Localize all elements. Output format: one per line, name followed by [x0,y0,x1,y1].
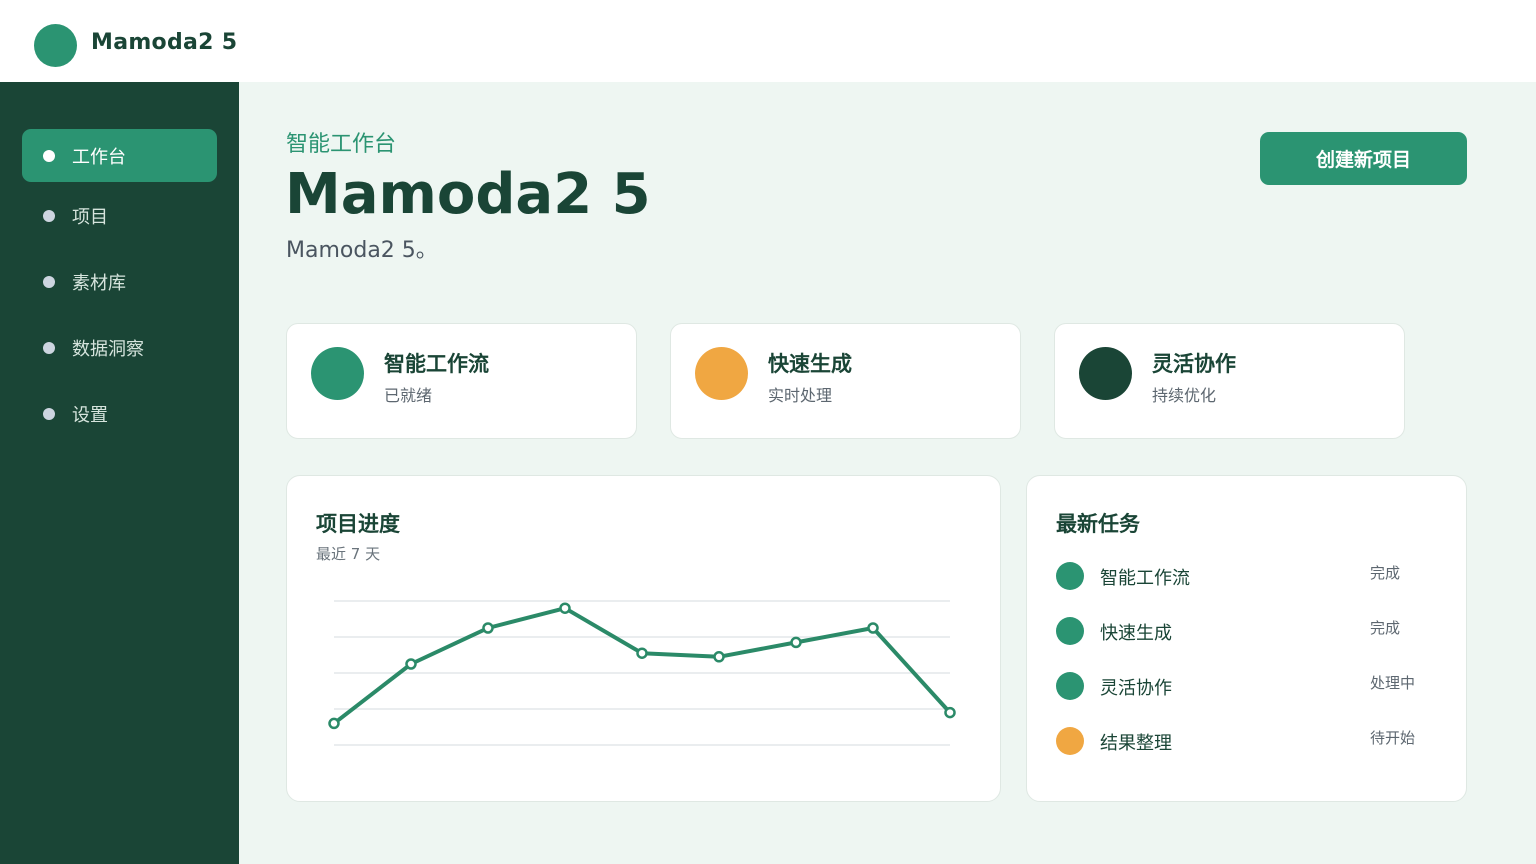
series-line [332,606,952,725]
task-name: 快速生成 [1100,623,1172,644]
task-row[interactable]: 灵活协作 处理中 [1056,670,1436,702]
create-project-button[interactable]: 创建新项目 [1260,132,1467,185]
bullet-icon [43,407,55,420]
stat-subtitle: 实时处理 [768,386,833,405]
bullet-icon [43,209,55,222]
task-name: 灵活协作 [1100,678,1172,699]
logo-icon [34,24,77,67]
task-status-icon [1056,727,1084,755]
data-point[interactable] [405,658,417,670]
task-status-icon [1056,672,1084,700]
data-point[interactable] [636,647,648,659]
stat-title: 快速生成 [768,352,852,376]
sidebar-item-label: 设置 [72,404,108,426]
task-row[interactable]: 快速生成 完成 [1056,615,1436,647]
sidebar-item-label: 数据洞察 [72,338,144,360]
data-point[interactable] [559,602,571,614]
stat-card-collaboration[interactable]: 灵活协作 持续优化 [1054,323,1405,439]
sidebar-item-workbench[interactable]: 工作台 [22,129,217,182]
app-name: Mamoda2 5 [91,30,238,55]
sidebar-item-label: 素材库 [72,272,126,294]
sidebar-item-label: 工作台 [72,146,126,168]
task-status-icon [1056,562,1084,590]
data-point[interactable] [944,706,956,719]
bullet-icon [43,341,55,354]
main-content: 智能工作台 Mamoda2 5 Mamoda2 5。 创建新项目 智能工作流 已… [239,82,1536,864]
bullet-icon [43,149,55,162]
task-status: 完成 [1370,564,1401,582]
sidebar-item-assets[interactable]: 素材库 [22,255,217,308]
task-status: 完成 [1370,619,1401,637]
progress-panel: 项目进度 最近 7 天 [286,475,1001,802]
task-status: 待开始 [1370,729,1416,747]
sidebar-item-label: 项目 [72,206,108,228]
data-point[interactable] [328,717,340,730]
task-status-icon [1056,617,1084,645]
sidebar-item-projects[interactable]: 项目 [22,189,217,242]
tasks-title: 最新任务 [1056,512,1140,536]
sidebar-item-settings[interactable]: 设置 [22,387,217,440]
collaboration-icon [1079,347,1132,400]
bullet-icon [43,275,55,288]
stat-card-workflow[interactable]: 智能工作流 已就绪 [286,323,637,439]
task-name: 结果整理 [1100,733,1172,754]
progress-chart [328,600,956,746]
data-point[interactable] [790,636,802,649]
page-eyebrow: 智能工作台 [286,132,397,157]
stat-subtitle: 已就绪 [384,386,433,405]
stat-title: 智能工作流 [384,352,489,376]
sidebar-item-insights[interactable]: 数据洞察 [22,321,217,374]
workflow-icon [311,347,364,400]
top-bar: Mamoda2 5 [0,0,1536,82]
page-subtitle: Mamoda2 5。 [286,238,438,263]
stat-card-generation[interactable]: 快速生成 实时处理 [670,323,1021,439]
data-point[interactable] [867,622,879,634]
task-name: 智能工作流 [1100,568,1190,589]
task-status: 处理中 [1370,674,1416,692]
task-row[interactable]: 智能工作流 完成 [1056,560,1436,592]
data-point[interactable] [482,622,494,634]
tasks-panel: 最新任务 智能工作流 完成 快速生成 完成 灵活协作 处理中 结果整理 待开始 [1026,475,1467,802]
stat-title: 灵活协作 [1152,352,1236,376]
data-point[interactable] [713,651,725,663]
stat-subtitle: 持续优化 [1152,386,1217,405]
page-title: Mamoda2 5 [285,162,651,227]
sidebar: 工作台 项目 素材库 数据洞察 设置 [0,82,239,864]
task-row[interactable]: 结果整理 待开始 [1056,725,1436,757]
generation-icon [695,347,748,400]
